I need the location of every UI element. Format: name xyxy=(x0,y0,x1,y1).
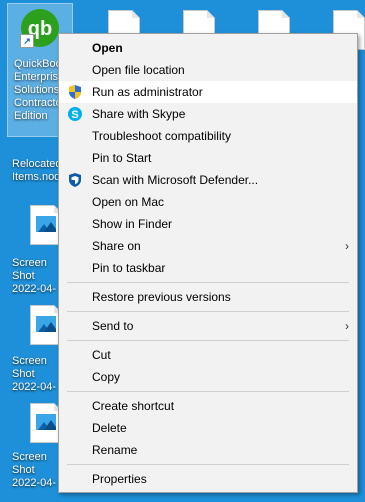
menu-item-restore-previous-versions[interactable]: Restore previous versions xyxy=(59,286,357,308)
desktop-icon-label: Screen Shot 2022-04- xyxy=(12,451,57,489)
menu-item-pin-to-taskbar[interactable]: Pin to taskbar xyxy=(59,257,357,279)
menu-item-open-on-mac[interactable]: Open on Mac xyxy=(59,191,357,213)
folder-icon xyxy=(22,134,54,158)
skype-icon: S xyxy=(67,106,83,122)
menu-item-copy[interactable]: Copy xyxy=(59,366,357,388)
menu-item-open-file-location[interactable]: Open file location xyxy=(59,59,357,81)
menu-item-pin-to-start[interactable]: Pin to Start xyxy=(59,147,357,169)
menu-item-run-as-administrator[interactable]: Run as administrator xyxy=(59,81,357,103)
chevron-right-icon: › xyxy=(345,319,349,333)
menu-item-troubleshoot-compatibility[interactable]: Troubleshoot compatibility xyxy=(59,125,357,147)
menu-item-create-shortcut[interactable]: Create shortcut xyxy=(59,395,357,417)
menu-item-delete[interactable]: Delete xyxy=(59,417,357,439)
uac-shield-icon xyxy=(67,84,83,100)
desktop-icon-label: Screen Shot 2022-04- xyxy=(12,257,57,295)
defender-shield-icon xyxy=(67,172,83,188)
menu-separator xyxy=(67,311,349,312)
menu-item-show-in-finder[interactable]: Show in Finder xyxy=(59,213,357,235)
menu-item-scan-with-defender[interactable]: Scan with Microsoft Defender... xyxy=(59,169,357,191)
menu-separator xyxy=(67,391,349,392)
menu-item-send-to[interactable]: Send to › xyxy=(59,315,357,337)
desktop-icon-label: Screen Shot 2022-04- xyxy=(12,355,57,393)
menu-separator xyxy=(67,464,349,465)
menu-item-cut[interactable]: Cut xyxy=(59,344,357,366)
chevron-right-icon: › xyxy=(345,239,349,253)
svg-text:S: S xyxy=(71,109,78,121)
context-menu: Open Open file location Run as administr… xyxy=(58,33,358,493)
desktop-icon-label: QuickBooks Enterprise Solutions Contract… xyxy=(14,58,73,122)
menu-item-rename[interactable]: Rename xyxy=(59,439,357,461)
menu-item-properties[interactable]: Properties xyxy=(59,468,357,490)
menu-separator xyxy=(67,340,349,341)
shortcut-arrow-icon: ↗ xyxy=(20,34,34,48)
menu-item-share-on[interactable]: Share on › xyxy=(59,235,357,257)
menu-separator xyxy=(67,282,349,283)
menu-item-share-with-skype[interactable]: S Share with Skype xyxy=(59,103,357,125)
quickbooks-icon: qb ↗ xyxy=(20,8,60,48)
menu-item-open[interactable]: Open xyxy=(59,37,357,59)
